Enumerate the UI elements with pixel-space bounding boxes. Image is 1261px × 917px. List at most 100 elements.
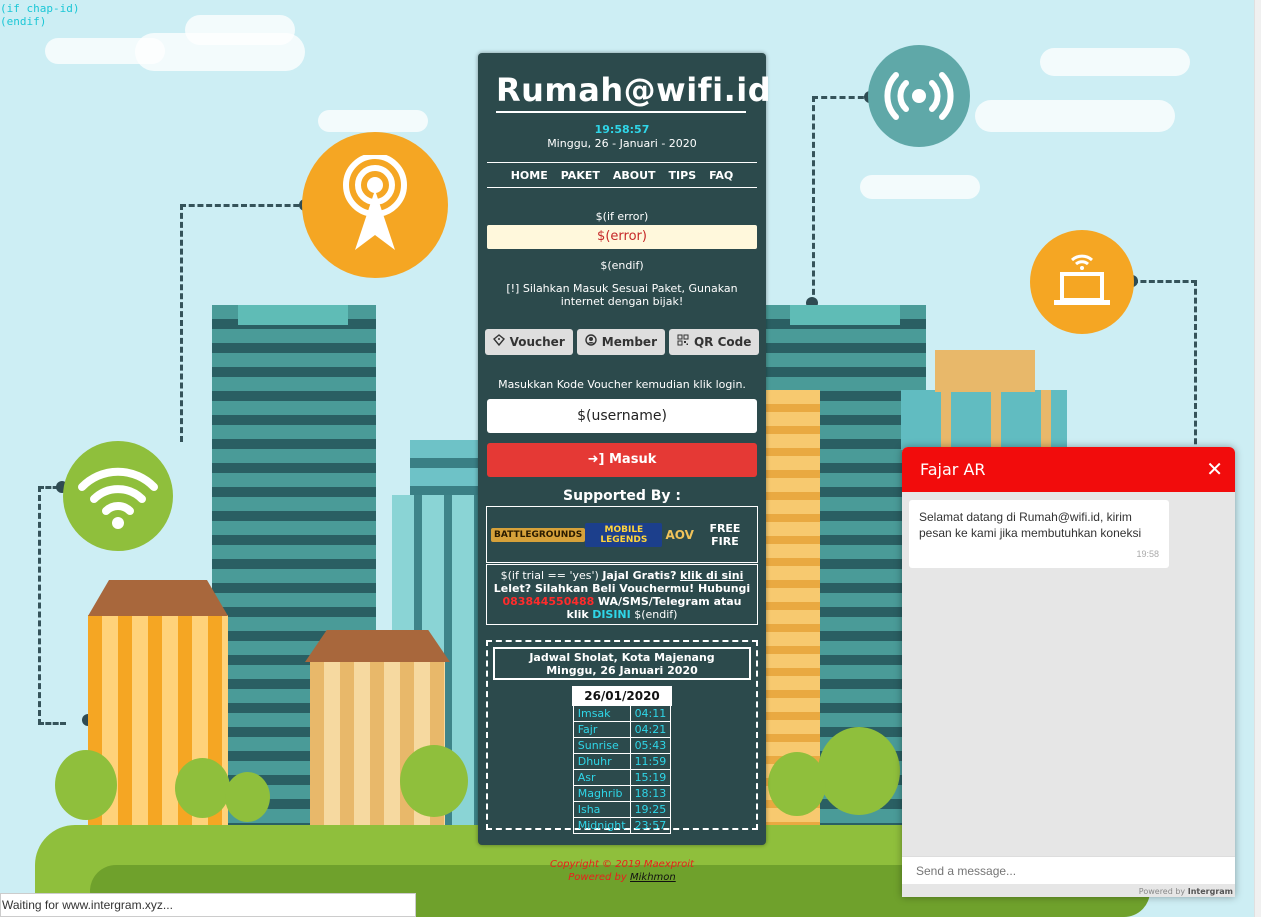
chat-message-time: 19:58 [1136, 549, 1159, 559]
wifi-icon [63, 441, 173, 551]
building-roof [88, 580, 228, 616]
prayer-name: Midnight [572, 817, 631, 834]
login-tabs: Voucher Member QR Code [478, 329, 766, 355]
building-roof [238, 305, 348, 325]
nav-tips[interactable]: TIPS [669, 169, 697, 182]
status-bar: Waiting for www.intergram.xyz... [0, 893, 416, 917]
cloud [45, 38, 165, 64]
table-row: Maghrib 18:13 [572, 785, 672, 802]
signal-icon [868, 45, 970, 147]
logo-battlegrounds: BATTLEGROUNDS [491, 527, 586, 542]
building-roof [305, 630, 450, 662]
debug-if-chap-id: (if chap-id) [0, 2, 80, 15]
powered-by-label: Powered by [568, 872, 627, 883]
ticket-icon [492, 329, 505, 355]
prayer-schedule-title: Jadwal Sholat, Kota Majenang [529, 651, 715, 664]
prayer-time: 05:43 [629, 737, 672, 754]
prayer-table: 26/01/2020 Imsak 04:11 Fajr 04:21 Sunrise 0… [572, 686, 672, 834]
chat-powered-by: Powered by Intergram [1139, 887, 1233, 896]
cloud [318, 110, 428, 132]
notice-text: [!] Silahkan Masuk Sesuai Paket, Gunakan… [506, 282, 738, 308]
supported-title: Supported By : [563, 488, 681, 504]
login-card: Rumah@wifi.id 19:58:57 Minggu, 26 - Janu… [478, 53, 771, 845]
table-row: Asr 15:19 [572, 769, 672, 786]
logo-free-fire: FREE FIRE [709, 521, 741, 548]
table-row: Fajr 04:21 [572, 721, 672, 738]
prayer-time: 23:57 [629, 817, 672, 834]
user-circle-icon [585, 329, 597, 355]
building [901, 390, 1067, 450]
prayer-name: Dhuhr [572, 753, 631, 770]
trial-link[interactable]: klik di sini [680, 569, 743, 582]
chat-message-text: Selamat datang di Rumah@wifi.id, kirim p… [919, 510, 1142, 540]
scrollbar[interactable] [1254, 0, 1261, 917]
table-row: Dhuhr 11:59 [572, 753, 672, 770]
game-logos: BATTLEGROUNDS MOBILE LEGENDS AOV FREE FI… [486, 506, 758, 563]
chat-powered-brand: Intergram [1187, 887, 1233, 896]
logo-mobile-legends: MOBILE LEGENDS [585, 522, 663, 547]
logo-aov: AOV [665, 527, 694, 542]
chat-powered-label: Powered by [1138, 887, 1186, 896]
nav-about[interactable]: ABOUT [613, 169, 656, 182]
tab-voucher[interactable]: Voucher [484, 329, 573, 355]
connector-line [38, 486, 66, 725]
trial-info: $(if trial == 'yes') Jajal Gratis? klik … [486, 564, 758, 625]
clock: 19:58:57 [594, 123, 650, 136]
table-row: Isha 19:25 [572, 801, 672, 818]
connector-line [1132, 280, 1197, 453]
building-roof [790, 305, 900, 325]
tab-member-label: Member [601, 335, 657, 349]
chat-header[interactable]: Fajar AR ✕ [902, 447, 1235, 492]
debug-endif: (endif) [0, 15, 47, 28]
masuk-label: Masuk [609, 452, 657, 467]
cloud [185, 15, 295, 45]
building [935, 350, 1035, 392]
sign-in-icon: ➜] [587, 452, 605, 467]
nav-home[interactable]: HOME [511, 169, 548, 182]
close-icon[interactable]: ✕ [1206, 447, 1223, 492]
trial-jajal: Jajal Gratis? [602, 569, 677, 582]
trial-lelet: Lelet? Silahkan Beli Vouchermu! Hubungi [493, 582, 751, 595]
tree [55, 750, 117, 820]
prayer-time: 11:59 [629, 753, 672, 770]
chat-message: Selamat datang di Rumah@wifi.id, kirim p… [909, 500, 1169, 568]
masuk-button[interactable]: ➜] Masuk [487, 443, 757, 477]
chat-widget: Fajar AR ✕ Selamat datang di Rumah@wifi.… [902, 447, 1235, 897]
tab-voucher-label: Voucher [509, 335, 565, 349]
trial-phone: 083844550488 [502, 595, 595, 608]
tree [400, 745, 468, 817]
tree [768, 752, 826, 816]
prayer-name: Imsak [572, 705, 631, 722]
date-text: Minggu, 26 - Januari - 2020 [547, 137, 697, 150]
cloud [975, 100, 1175, 132]
nav-paket[interactable]: PAKET [561, 169, 600, 182]
prayer-time: 19:25 [629, 801, 672, 818]
prayer-schedule: Jadwal Sholat, Kota Majenang Minggu, 26 … [486, 640, 758, 834]
error-box: $(error) [487, 225, 757, 249]
table-row: Midnight 23:57 [572, 817, 672, 834]
trial-template: $(if trial == 'yes') [500, 569, 599, 582]
prayer-schedule-date: Minggu, 26 Januari 2020 [546, 664, 698, 677]
prayer-schedule-header: Jadwal Sholat, Kota Majenang Minggu, 26 … [493, 647, 751, 680]
tab-member[interactable]: Member [576, 329, 665, 355]
tree [225, 772, 270, 822]
tab-qrcode[interactable]: QR Code [668, 329, 760, 355]
prayer-time: 15:19 [629, 769, 672, 786]
table-row: Sunrise 05:43 [572, 737, 672, 754]
prayer-table-date: 26/01/2020 [572, 686, 672, 706]
chat-title: Fajar AR [920, 460, 986, 479]
footer: Copyright © 2019 Maexproit Powered by Mi… [478, 858, 766, 884]
template-endif: $(endif) [600, 259, 644, 272]
nav-menu: HOME PAKET ABOUT TIPS FAQ [487, 162, 757, 188]
prayer-name: Fajr [572, 721, 631, 738]
username-input[interactable] [487, 399, 757, 433]
prayer-name: Asr [572, 769, 631, 786]
mikhmon-link[interactable]: Mikhmon [630, 872, 676, 883]
nav-faq[interactable]: FAQ [709, 169, 733, 182]
chat-message-input[interactable] [902, 856, 1235, 884]
trial-disini-link[interactable]: DISINI [592, 608, 631, 621]
prayer-name: Isha [572, 801, 631, 818]
powered-by-line: Powered by Mikhmon [478, 871, 766, 884]
cloud [860, 175, 980, 199]
copyright-text: Copyright © 2019 Maexproit [550, 859, 694, 870]
